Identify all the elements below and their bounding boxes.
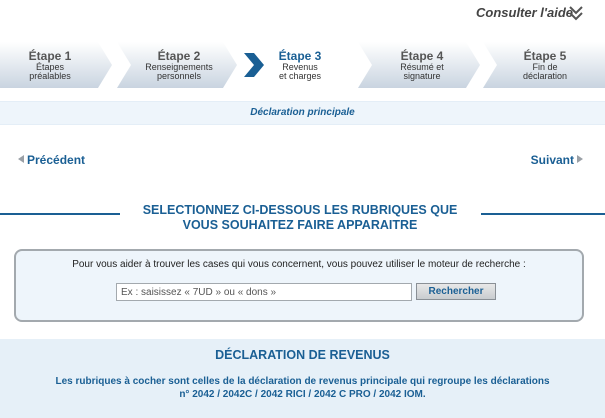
next-label: Suivant xyxy=(530,153,574,167)
step-2-sub2: personnels xyxy=(156,71,202,81)
search-hint: Pour vous aider à trouver les cases qui … xyxy=(72,259,526,270)
step-1-sub2: préalables xyxy=(29,71,71,81)
step-1[interactable]: Étape 1 Étapes préalables xyxy=(0,42,112,88)
previous-link[interactable]: Précédent xyxy=(18,153,85,167)
declaration-title: DÉCLARATION DE REVENUS xyxy=(215,348,390,362)
heading-rule-left xyxy=(0,213,120,215)
step-4-sub2: signature xyxy=(403,71,441,81)
declaration-text-line-2: n° 2042 / 2042C / 2042 RICI / 2042 C PRO… xyxy=(179,389,426,400)
step-3[interactable]: Étape 3 Revenus et charges xyxy=(240,42,360,88)
double-chevron-down-icon[interactable] xyxy=(569,4,583,22)
heading-rule-right xyxy=(481,213,605,215)
search-panel: Pour vous aider à trouver les cases qui … xyxy=(14,249,584,322)
arrow-left-icon xyxy=(18,155,24,163)
step-progress: Étape 1 Étapes préalables Étape 2 Rensei… xyxy=(0,42,605,88)
help-bar: Consulter l'aide xyxy=(0,0,605,28)
declaration-text-line-1: Les rubriques à cocher sont celles de la… xyxy=(55,376,550,387)
step-3-sub2: et charges xyxy=(278,71,322,81)
step-4[interactable]: Étape 4 Résumé et signature xyxy=(358,42,480,88)
previous-label: Précédent xyxy=(27,153,86,167)
search-input[interactable] xyxy=(116,283,412,301)
section-title: Déclaration principale xyxy=(250,107,355,118)
heading-line-1: SELECTIONNEZ CI-DESSOUS LES RUBRIQUES QU… xyxy=(142,203,458,217)
section-bar: Déclaration principale xyxy=(0,101,605,125)
declaration-panel: DÉCLARATION DE REVENUS Les rubriques à c… xyxy=(0,339,605,418)
next-link[interactable]: Suivant xyxy=(531,153,583,167)
step-5-sub2: déclaration xyxy=(522,71,568,81)
step-5[interactable]: Étape 5 Fin de déclaration xyxy=(483,42,605,88)
step-2[interactable]: Étape 2 Renseignements personnels xyxy=(117,42,237,88)
help-link[interactable]: Consulter l'aide xyxy=(476,5,573,20)
search-button[interactable]: Rechercher xyxy=(416,283,496,300)
heading-line-2: VOUS SOUHAITEZ FAIRE APPARAITRE xyxy=(182,218,418,232)
arrow-right-icon xyxy=(577,155,583,163)
page-heading: SELECTIONNEZ CI-DESSOUS LES RUBRIQUES QU… xyxy=(125,203,475,233)
declaration-text: Les rubriques à cocher sont celles de la… xyxy=(20,375,585,401)
